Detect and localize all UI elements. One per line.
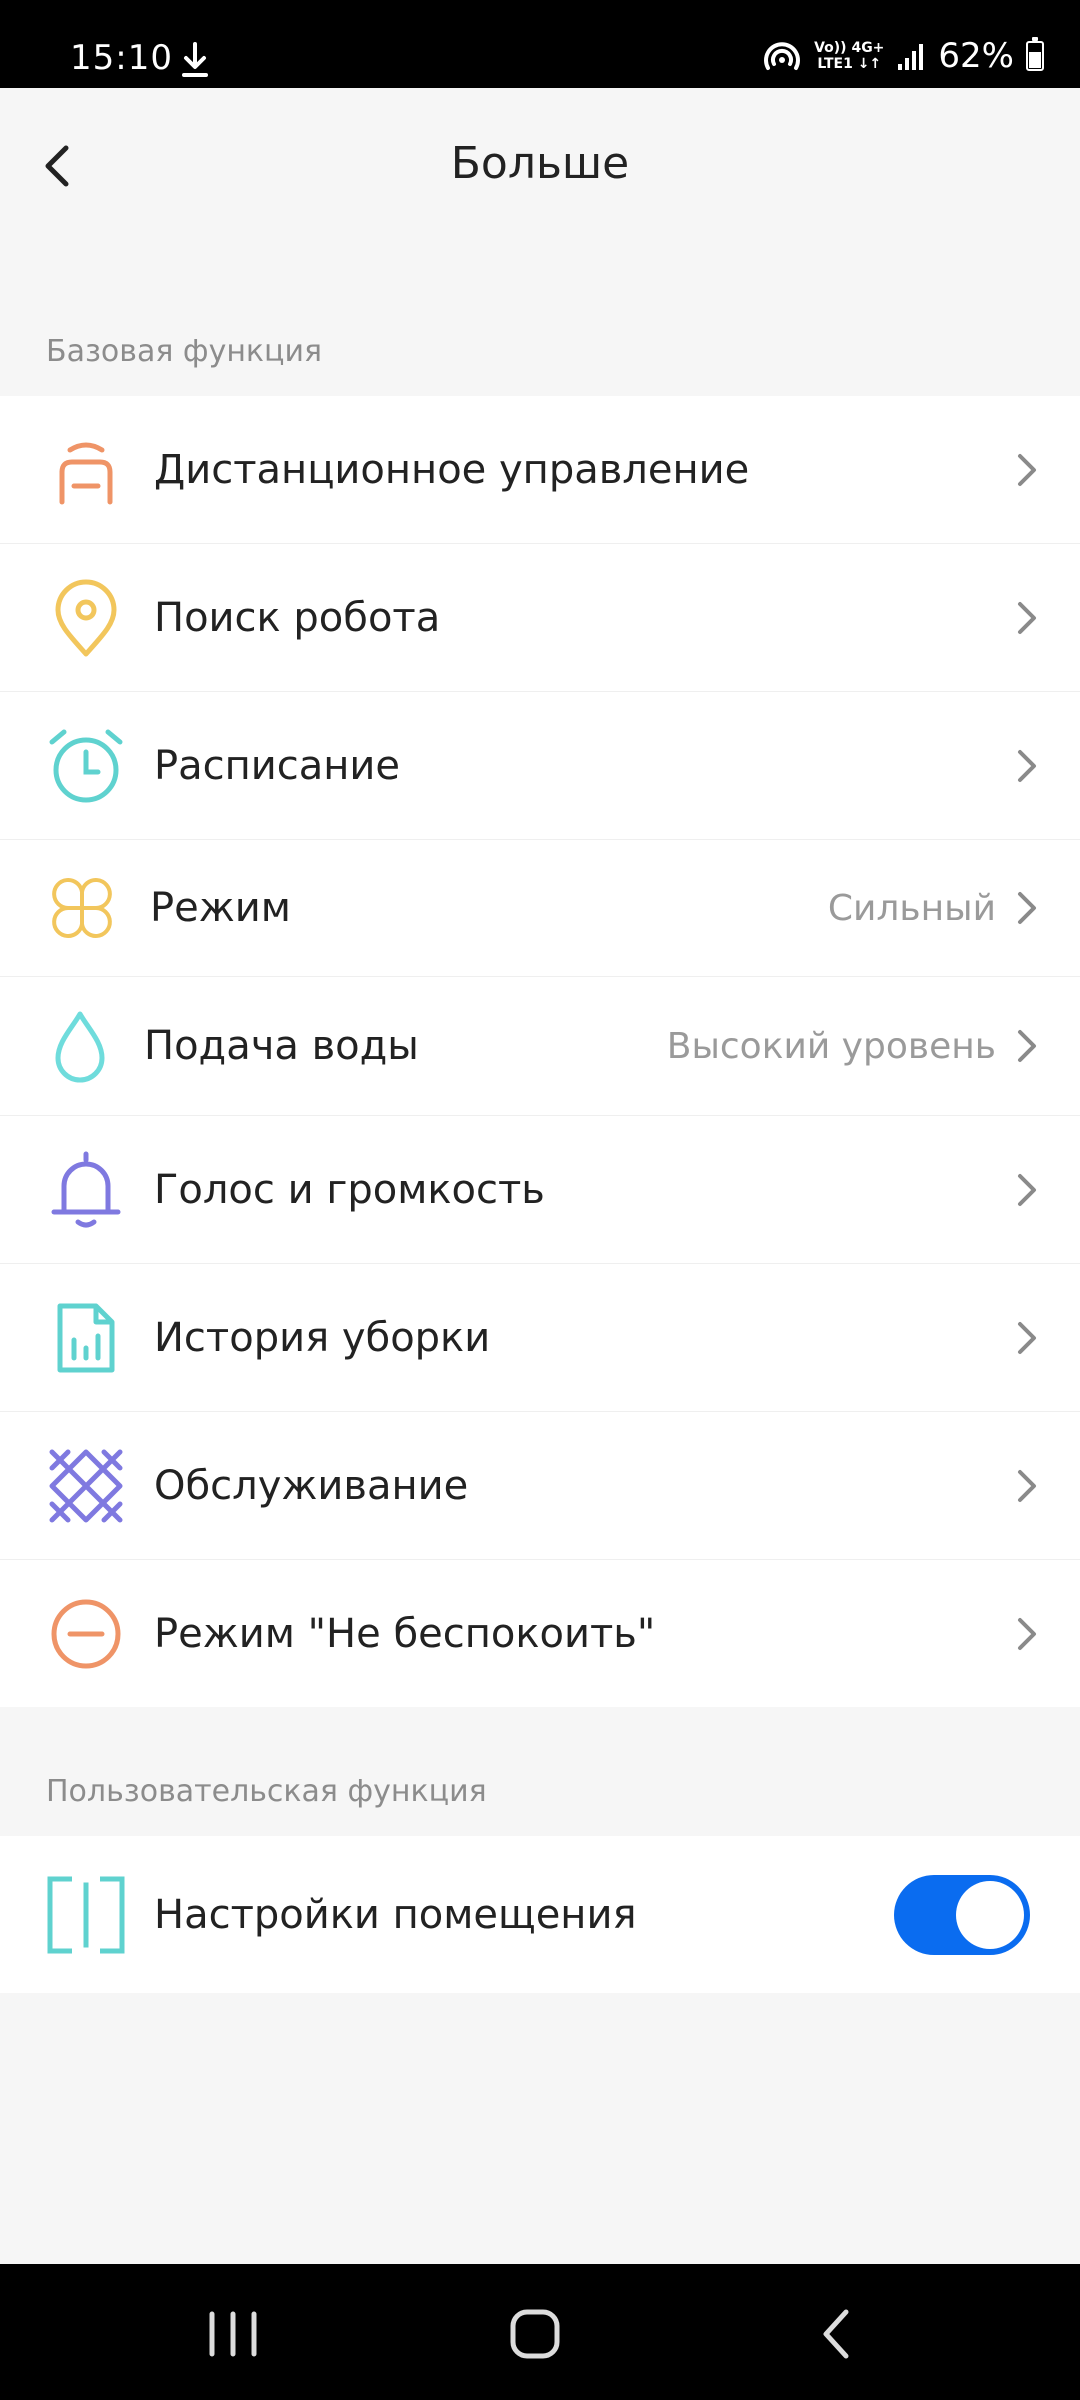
chevron-right-icon	[1018, 1173, 1036, 1206]
menu-item-maintenance[interactable]: Обслуживание	[0, 1412, 1080, 1560]
menu-item-remote-control[interactable]: Дистанционное управление	[0, 396, 1080, 544]
menu-item-mode[interactable]: Режим Сильный	[0, 840, 1080, 977]
network-bottom: LTE1 ↓↑	[817, 56, 882, 72]
chevron-right-icon	[1018, 892, 1036, 924]
toggle-knob	[956, 1880, 1024, 1949]
menu-item-water-supply[interactable]: Подача воды Высокий уровень	[0, 977, 1080, 1116]
menu-item-label: Режим	[150, 885, 291, 931]
water-drop-icon	[55, 1011, 105, 1083]
chevron-right-icon	[1018, 1469, 1036, 1502]
section-title-basic: Базовая функция	[46, 334, 323, 369]
menu-item-value: Высокий уровень	[666, 1025, 996, 1067]
room-settings-toggle[interactable]	[894, 1874, 1030, 1955]
location-pin-icon	[55, 579, 117, 656]
network-top: Vo)) 4G+	[814, 40, 885, 56]
battery-icon	[1026, 37, 1044, 71]
menu-item-label: Голос и громкость	[154, 1166, 545, 1213]
chevron-right-icon	[1018, 1617, 1036, 1650]
chevron-right-icon	[1018, 453, 1036, 486]
room-settings-icon	[47, 1875, 125, 1954]
alarm-clock-icon	[49, 729, 123, 802]
battery-percent: 62%	[938, 36, 1014, 76]
menu-item-do-not-disturb[interactable]: Режим "Не беспокоить"	[0, 1560, 1080, 1707]
system-nav-bar	[0, 2264, 1080, 2400]
bell-icon	[51, 1151, 121, 1227]
chevron-right-icon	[1018, 749, 1036, 782]
basic-function-list: Дистанционное управление Поиск робота Ра…	[0, 396, 1080, 1707]
status-time: 15:10	[70, 38, 173, 78]
section-title-custom: Пользовательская функция	[46, 1774, 487, 1809]
recent-apps-icon[interactable]	[198, 2306, 268, 2362]
remote-control-icon	[59, 442, 113, 504]
maintenance-icon	[49, 1449, 123, 1522]
menu-item-value: Сильный	[827, 887, 996, 929]
menu-item-find-robot[interactable]: Поиск робота	[0, 544, 1080, 692]
menu-item-label: Обслуживание	[154, 1462, 469, 1509]
status-right-group: Vo)) 4G+ LTE1 ↓↑ 62%	[762, 36, 1044, 76]
clover-mode-icon	[52, 878, 112, 938]
menu-item-cleaning-history[interactable]: История уборки	[0, 1264, 1080, 1412]
menu-item-label: История уборки	[154, 1314, 491, 1361]
back-nav-icon[interactable]	[802, 2306, 872, 2362]
download-icon	[182, 42, 208, 77]
menu-item-label: Настройки помещения	[154, 1891, 637, 1938]
menu-item-label: Подача воды	[144, 1023, 419, 1069]
home-icon[interactable]	[500, 2306, 570, 2362]
signal-icon	[898, 44, 924, 70]
menu-item-label: Дистанционное управление	[154, 446, 750, 493]
chevron-right-icon	[1018, 601, 1036, 634]
menu-item-label: Поиск робота	[154, 594, 441, 641]
menu-item-label: Расписание	[154, 742, 401, 789]
network-indicator: Vo)) 4G+ LTE1 ↓↑	[814, 40, 884, 72]
do-not-disturb-icon	[51, 1599, 121, 1668]
menu-item-room-settings[interactable]: Настройки помещения	[0, 1836, 1080, 1993]
page-title: Больше	[450, 138, 630, 189]
chevron-right-icon	[1018, 1321, 1036, 1354]
app-header: Больше	[0, 88, 1080, 244]
menu-item-label: Режим "Не беспокоить"	[154, 1610, 656, 1657]
chevron-right-icon	[1018, 1030, 1036, 1062]
hotspot-icon	[764, 42, 801, 70]
report-document-icon	[57, 1303, 115, 1372]
custom-function-list: Настройки помещения	[0, 1836, 1080, 1993]
menu-item-schedule[interactable]: Расписание	[0, 692, 1080, 840]
menu-item-voice-volume[interactable]: Голос и громкость	[0, 1116, 1080, 1264]
status-bar: 15:10 Vo)) 4G+ LTE1 ↓↑ 62%	[0, 0, 1080, 88]
